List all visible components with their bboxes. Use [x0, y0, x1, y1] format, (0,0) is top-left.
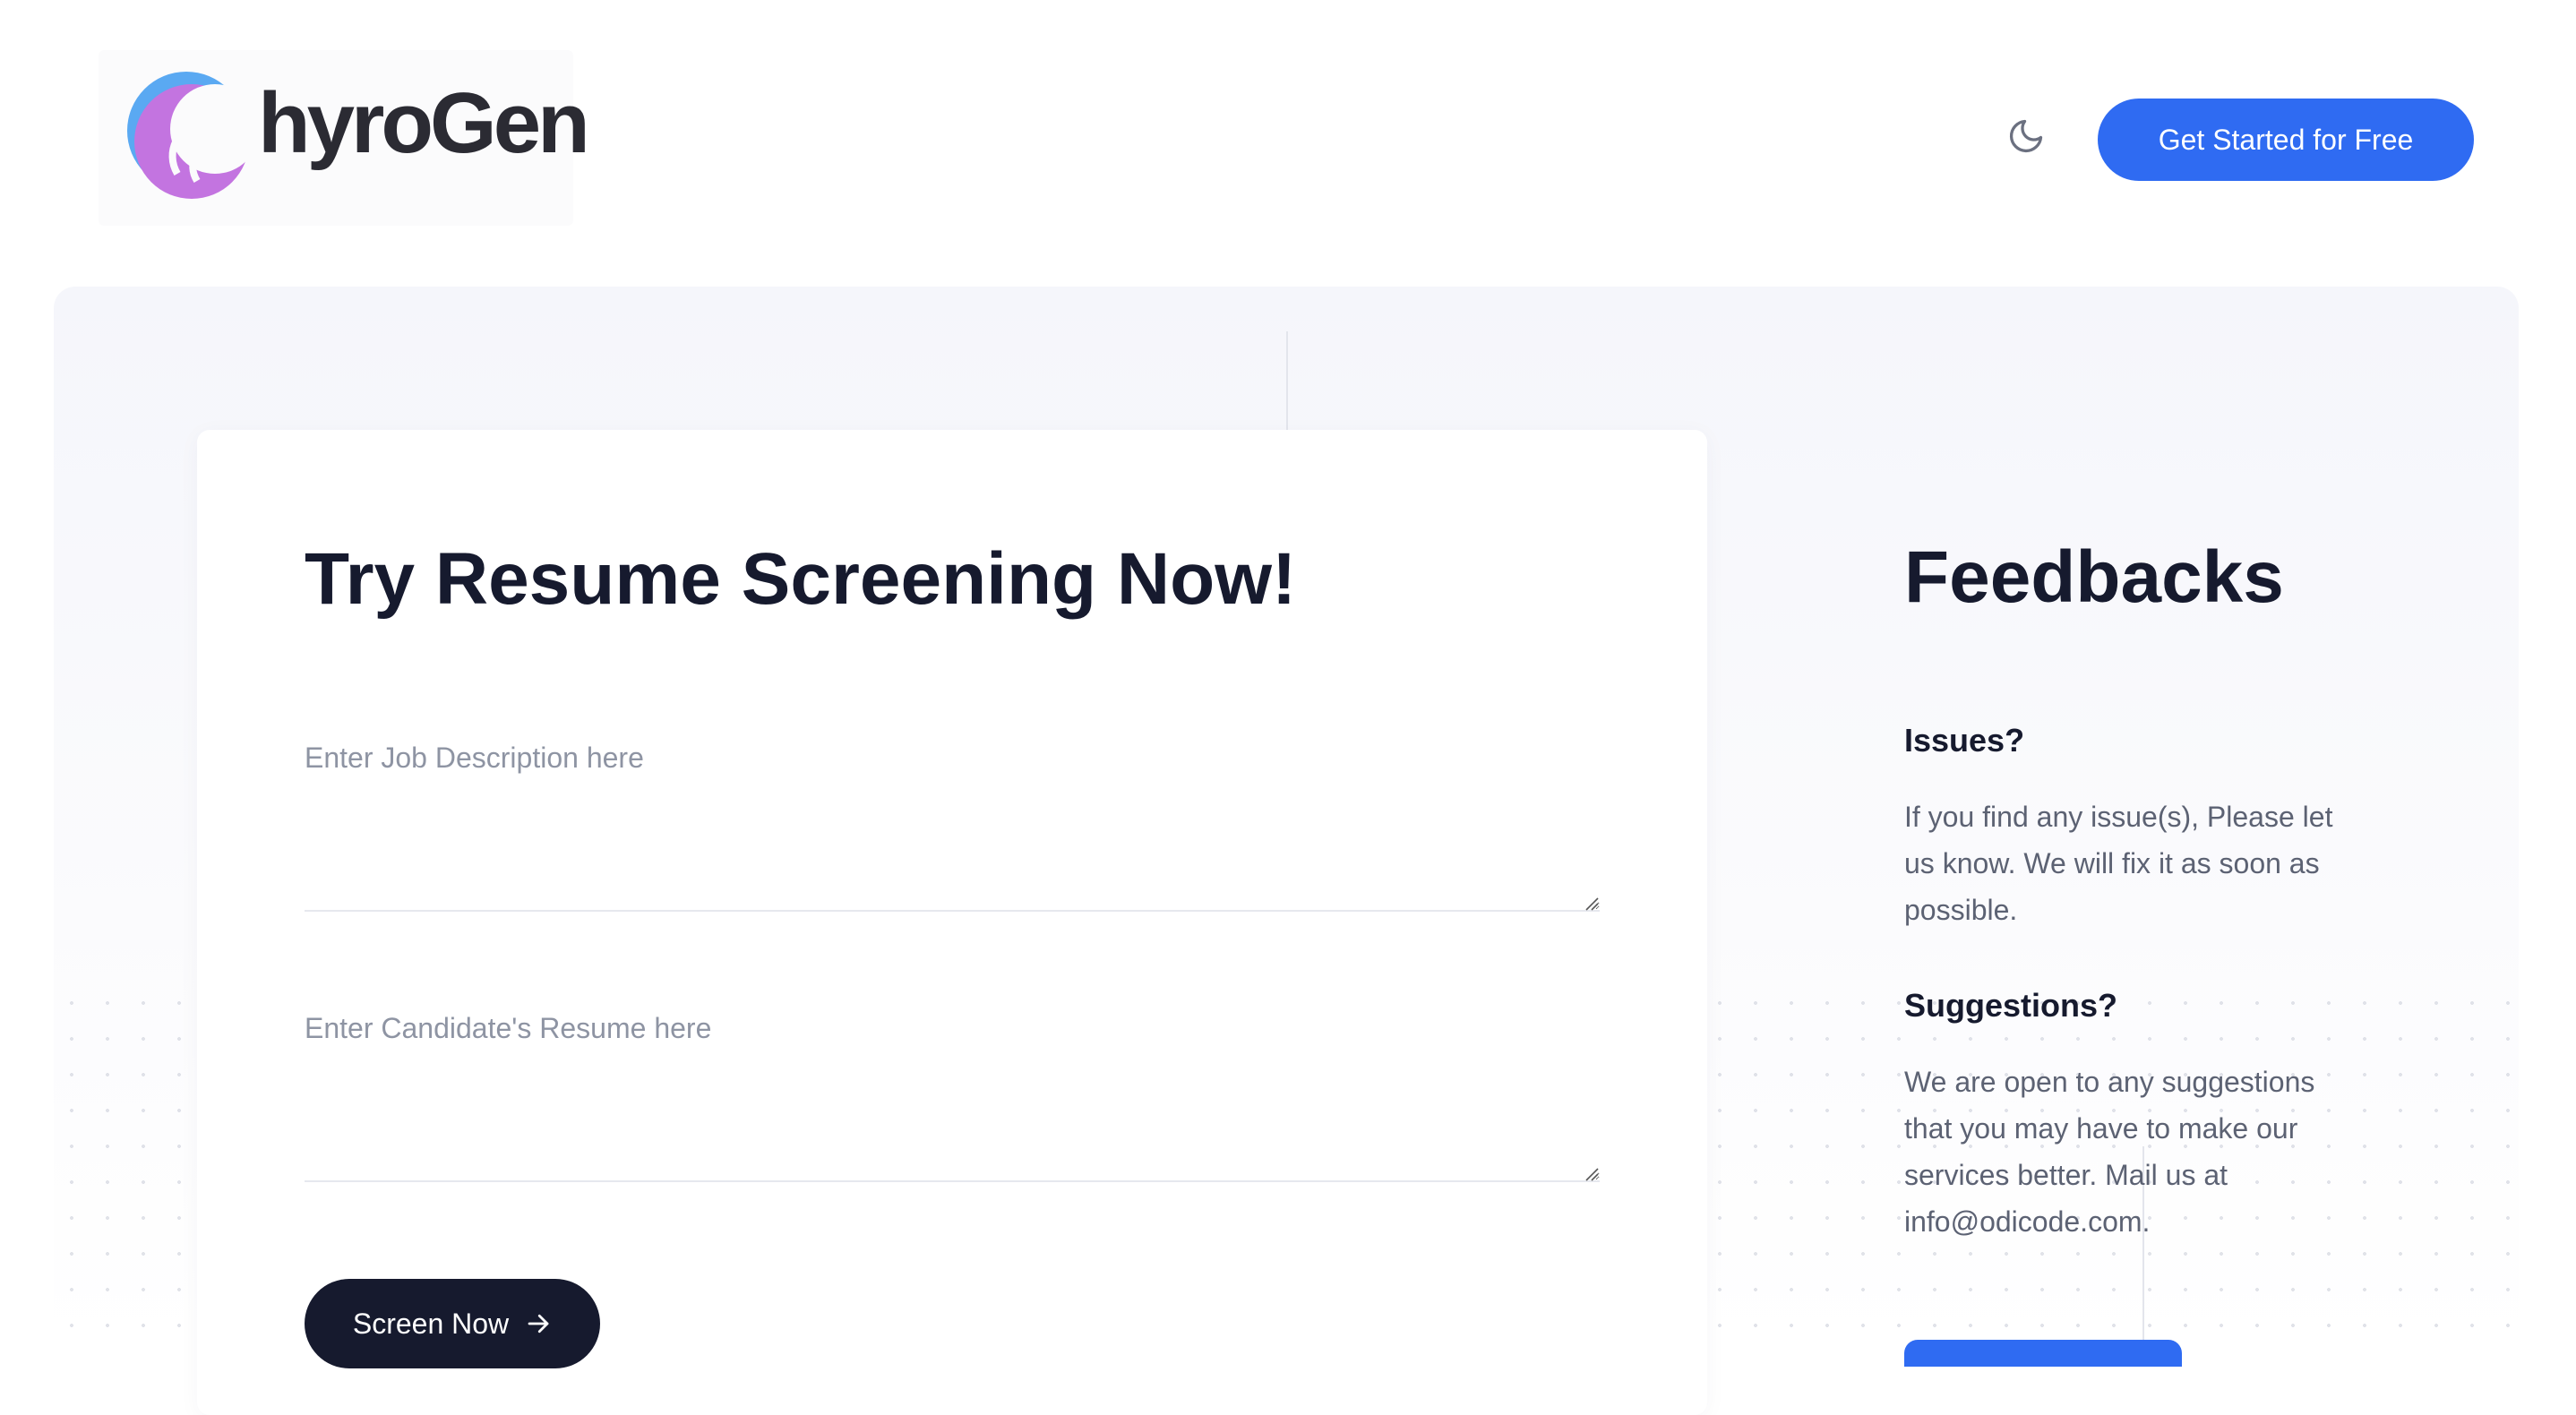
site-header: hyroGen Get Started for Free — [0, 0, 2576, 269]
job-description-input[interactable] — [305, 742, 1600, 912]
feedback-section: Feedbacks Issues? If you find any issue(… — [1904, 536, 2370, 1238]
screen-now-button[interactable]: Screen Now — [305, 1279, 600, 1368]
resume-screening-card: Try Resume Screening Now! Screen Now — [197, 430, 1707, 1415]
screen-now-label: Screen Now — [352, 1307, 510, 1340]
suggestions-heading: Suggestions? — [1904, 987, 2118, 1024]
feedback-action-button[interactable] — [1904, 1340, 2182, 1367]
brand-logo[interactable]: hyroGen — [99, 50, 590, 226]
feedback-title: Feedbacks — [1904, 536, 2284, 618]
resume-input[interactable] — [305, 1012, 1600, 1182]
suggestions-text: We are open to any suggestions that you … — [1904, 1066, 2315, 1238]
issues-text: If you find any issue(s), Please let us … — [1904, 801, 2333, 926]
issues-heading: Issues? — [1904, 722, 2025, 759]
arrow-right-icon — [528, 1314, 549, 1334]
logo-text: hyroGen — [258, 75, 590, 171]
resize-handle-icon[interactable] — [1584, 896, 1600, 912]
logo-mark-icon — [127, 72, 258, 199]
get-started-button[interactable]: Get Started for Free — [2098, 99, 2474, 181]
form-title: Try Resume Screening Now! — [305, 538, 1297, 620]
theme-toggle-button[interactable] — [2006, 116, 2046, 156]
resize-handle-icon[interactable] — [1584, 1166, 1600, 1182]
moon-icon — [2009, 119, 2043, 153]
